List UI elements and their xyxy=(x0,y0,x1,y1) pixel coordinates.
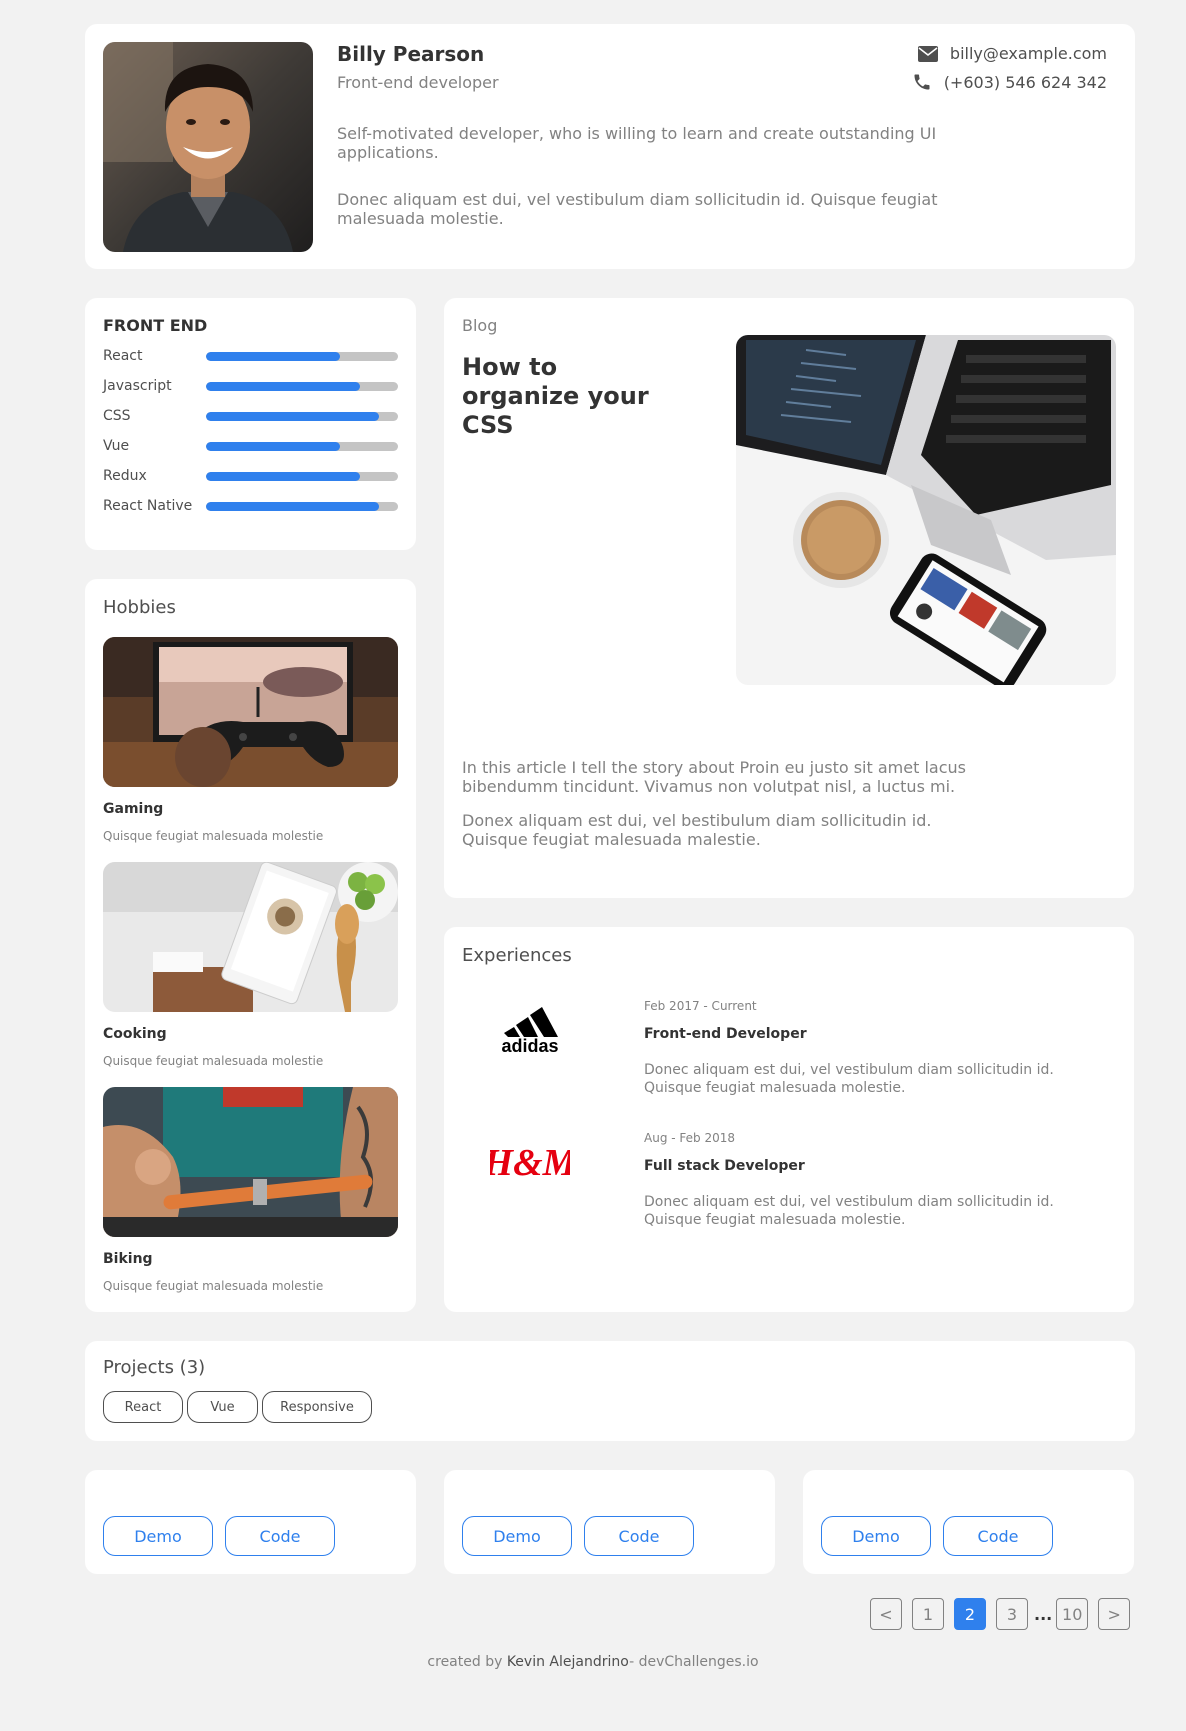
hobby-title: Cooking xyxy=(103,1026,167,1042)
pagination-page-10[interactable]: 10 xyxy=(1056,1598,1089,1630)
pagination: < 1 2 3 ... 10 > xyxy=(870,1598,1140,1630)
skill-name: React xyxy=(103,348,143,364)
footer-prefix: created by xyxy=(427,1654,507,1670)
hobby-item: Biking Quisque feugiat malesuada molesti… xyxy=(103,1087,398,1293)
project-card: Demo Code xyxy=(803,1470,1134,1574)
tag-react[interactable]: React xyxy=(103,1391,183,1423)
envelope-icon xyxy=(917,45,938,62)
skill-name: Javascript xyxy=(103,378,172,394)
pagination-prev-button[interactable]: < xyxy=(870,1598,902,1630)
code-button[interactable]: Code xyxy=(225,1516,335,1556)
projects-card: Projects (3) React Vue Responsive xyxy=(85,1341,1135,1441)
footer-author-link[interactable]: Kevin Alejandrino xyxy=(507,1654,629,1670)
demo-button[interactable]: Demo xyxy=(821,1516,931,1556)
hobby-item: Cooking Quisque feugiat malesuada molest… xyxy=(103,862,398,1068)
blog-paragraph: In this article I tell the story about P… xyxy=(462,758,966,796)
skill-bar-fill xyxy=(206,382,360,391)
blog-image xyxy=(736,335,1116,685)
demo-button[interactable]: Demo xyxy=(103,1516,213,1556)
skill-bar-fill xyxy=(206,352,341,361)
phone-contact[interactable]: (+603) 546 624 342 xyxy=(912,72,1107,92)
footer-suffix: - devChallenges.io xyxy=(629,1654,759,1670)
project-tags: React Vue Responsive xyxy=(103,1391,372,1423)
profile-card: Billy Pearson Front-end developer Self-m… xyxy=(85,24,1135,269)
logo-wordmark: adidas xyxy=(501,1036,558,1055)
profile-bio-secondary: Donec aliquam est dui, vel vestibulum di… xyxy=(337,190,938,228)
hm-logo: H&M xyxy=(462,1131,597,1191)
blog-card[interactable]: Blog How to organize your CSS In this ar… xyxy=(444,298,1134,898)
footer: created by Kevin Alejandrino- devChallen… xyxy=(0,1654,1186,1670)
hobby-image-gaming xyxy=(103,637,398,787)
experience-date: Aug - Feb 2018 xyxy=(644,1131,735,1145)
code-button[interactable]: Code xyxy=(584,1516,694,1556)
skill-bar xyxy=(206,502,398,511)
profile-photo xyxy=(103,42,313,252)
project-card: Demo Code xyxy=(444,1470,775,1574)
phone-icon xyxy=(914,74,930,90)
skill-name: Redux xyxy=(103,468,147,484)
hobby-desc: Quisque feugiat malesuada molestie xyxy=(103,1279,324,1293)
hobbies-title: Hobbies xyxy=(103,597,176,618)
hobbies-card: Hobbies Gaming Quisque feugiat malesuada… xyxy=(85,579,416,1312)
demo-button[interactable]: Demo xyxy=(462,1516,572,1556)
skill-name: Vue xyxy=(103,438,130,454)
hobby-image-cooking xyxy=(103,862,398,1012)
profile-bio: Self-motivated developer, who is willing… xyxy=(337,124,937,162)
pagination-page-1[interactable]: 1 xyxy=(912,1598,944,1630)
hobby-desc: Quisque feugiat malesuada molestie xyxy=(103,829,324,843)
tag-responsive[interactable]: Responsive xyxy=(262,1391,372,1423)
skill-bar xyxy=(206,412,398,421)
blog-paragraph: Donex aliquam est dui, vel bestibulum di… xyxy=(462,811,932,849)
pagination-page-3[interactable]: 3 xyxy=(996,1598,1028,1630)
code-button[interactable]: Code xyxy=(943,1516,1053,1556)
skill-name: CSS xyxy=(103,408,131,424)
pagination-ellipsis: ... xyxy=(1034,1604,1053,1624)
skill-bar xyxy=(206,382,398,391)
skill-bar-fill xyxy=(206,502,379,511)
skill-bar-fill xyxy=(206,442,341,451)
skill-bar-fill xyxy=(206,472,360,481)
hobby-item: Gaming Quisque feugiat malesuada molesti… xyxy=(103,637,398,843)
profile-name: Billy Pearson xyxy=(337,42,485,66)
blog-title[interactable]: How to organize your CSS xyxy=(462,353,662,440)
logo-wordmark: H&M xyxy=(490,1142,570,1184)
experience-role: Front-end Developer xyxy=(644,1026,807,1042)
hobby-image-biking xyxy=(103,1087,398,1237)
experience-role: Full stack Developer xyxy=(644,1158,805,1174)
experience-date: Feb 2017 - Current xyxy=(644,999,757,1013)
experiences-card: Experiences adidas Feb 2017 - Current Fr… xyxy=(444,927,1134,1312)
skill-name: React Native xyxy=(103,498,193,514)
pagination-next-button[interactable]: > xyxy=(1098,1598,1131,1630)
email-text[interactable]: billy@example.com xyxy=(950,44,1107,63)
projects-title: Projects (3) xyxy=(103,1357,206,1378)
hobby-title: Biking xyxy=(103,1251,153,1267)
experience-desc: Donec aliquam est dui, vel vestibulum di… xyxy=(644,1062,1054,1096)
tag-vue[interactable]: Vue xyxy=(187,1391,258,1423)
skills-title: FRONT END xyxy=(103,316,208,335)
skill-bar-fill xyxy=(206,412,379,421)
skill-bar xyxy=(206,442,398,451)
phone-text[interactable]: (+603) 546 624 342 xyxy=(944,73,1107,92)
project-card: Demo Code xyxy=(85,1470,416,1574)
skills-card: FRONT END React Javascript CSS Vue Redux… xyxy=(85,298,416,550)
hobby-desc: Quisque feugiat malesuada molestie xyxy=(103,1054,324,1068)
experiences-title: Experiences xyxy=(462,945,572,966)
skill-bar xyxy=(206,472,398,481)
adidas-logo: adidas xyxy=(462,999,597,1059)
skill-bar xyxy=(206,352,398,361)
blog-label: Blog xyxy=(462,316,498,335)
hobby-title: Gaming xyxy=(103,801,164,817)
pagination-page-2[interactable]: 2 xyxy=(954,1598,986,1630)
profile-role: Front-end developer xyxy=(337,73,499,92)
email-contact[interactable]: billy@example.com xyxy=(917,44,1107,63)
experience-desc: Donec aliquam est dui, vel vestibulum di… xyxy=(644,1194,1054,1228)
